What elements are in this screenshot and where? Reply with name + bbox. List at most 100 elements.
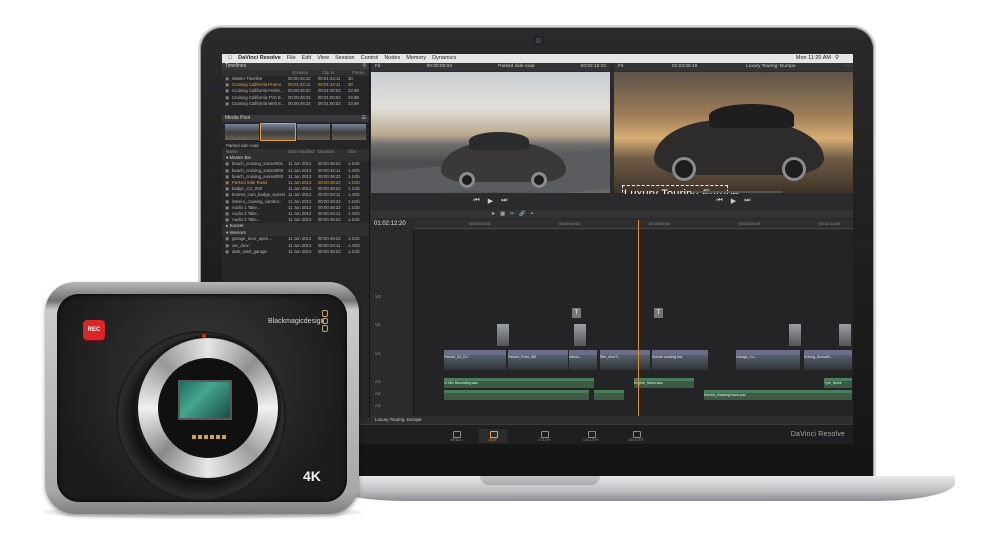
list-item[interactable]: ▣ Audio 3 Take... 11 Jun 2012 00:00:46:22 1.…: [222, 217, 369, 223]
skip-forward-icon[interactable]: ⏭: [744, 197, 750, 205]
source-fit[interactable]: Fit: [375, 63, 380, 71]
menu-control[interactable]: Control: [361, 54, 379, 63]
menu-memory[interactable]: Memory: [406, 54, 426, 63]
link-icon[interactable]: 🔗: [519, 210, 525, 218]
source-viewer[interactable]: [371, 72, 610, 193]
menu-file[interactable]: File: [287, 54, 296, 63]
video-clip[interactable]: Sunset cruising low: [652, 350, 708, 370]
play-icon[interactable]: ▶: [731, 197, 736, 205]
media-pool-list-interiors: ▣ garage_door_open... 11 Jun 2012 00:00:46:…: [222, 236, 369, 255]
thumbnail[interactable]: [296, 123, 331, 140]
timeline-ruler[interactable]: 00:00:30:00 00:00:40:00 00:00:50:00 00:0…: [414, 220, 853, 229]
video-clip[interactable]: Parked_Front_3M: [508, 350, 568, 370]
cell: 00:00:46:22: [288, 100, 311, 106]
menu-edit[interactable]: Edit: [302, 54, 311, 63]
cell: 1.1Gb: [348, 248, 360, 254]
pointer-tool-icon[interactable]: ➤: [491, 210, 495, 218]
thumbnail[interactable]: [332, 123, 366, 140]
blackmagic-mark-icon: [322, 310, 328, 333]
source-viewer-bar: Fit 00:00:00:03 Parked side road 00:02:1…: [371, 63, 610, 71]
snap-icon[interactable]: ◓: [530, 210, 533, 218]
thumbnail-selected[interactable]: [259, 122, 296, 141]
blade-tool-icon[interactable]: ✂: [510, 210, 514, 218]
v2-clip[interactable]: [497, 324, 509, 346]
track-v3[interactable]: V3: [375, 294, 381, 299]
video-clip[interactable]: Garage_Co...: [736, 350, 800, 370]
video-clip[interactable]: Rim_shot 0...: [600, 350, 650, 370]
apple-icon[interactable]: : [228, 54, 232, 63]
list-item[interactable]: ▣ Cruising California Web E... 00:00:46:22…: [222, 101, 369, 107]
audio-clip[interactable]: Electric_BackingTrack.wav: [704, 390, 852, 400]
webcam: [535, 37, 542, 44]
trim-tool-icon[interactable]: ▦: [500, 210, 505, 218]
thumbnail[interactable]: [225, 123, 259, 140]
track-a2[interactable]: A2: [375, 391, 381, 396]
timeline-tracks[interactable]: T T Parked_34_CU Parked_Front_3M Interio…: [414, 230, 853, 416]
source-timecode: 00:00:00:03: [426, 64, 452, 69]
track-v2[interactable]: V2: [375, 322, 381, 327]
record-scrubber[interactable]: [692, 191, 782, 193]
cell: 1.1Gb: [348, 217, 360, 223]
title-clip[interactable]: T: [654, 308, 663, 318]
timelines-list: ▣ Master Timeline 00:00:46:22 00:01:34:11 30…: [222, 76, 369, 107]
play-icon[interactable]: ▶: [488, 197, 493, 205]
cell: 00:00:46:22: [318, 248, 341, 254]
video-clip[interactable]: Parked_34_CU: [444, 350, 506, 370]
source-transport: ⏮ ▶ ⏭: [371, 194, 610, 208]
track-a1[interactable]: A1: [375, 379, 381, 384]
page-color[interactable]: COLOR: [530, 429, 558, 443]
car-image: [654, 104, 824, 181]
timeline-footer: Luxury Touring: Europe: [371, 416, 853, 424]
camera-logo: Blackmagicdesign: [268, 318, 325, 325]
menu-dynamics[interactable]: Dynamics: [432, 54, 456, 63]
cell: 00:00:46:22: [318, 217, 341, 223]
page-media[interactable]: MEDIA: [442, 429, 470, 443]
skip-back-icon[interactable]: ⏮: [716, 197, 722, 205]
v2-clip[interactable]: [574, 324, 586, 346]
media-pool-list: ▣ beach_cruising_sunset001 11 Jun 2012 00:0…: [222, 161, 369, 223]
page-gallery[interactable]: GALLERY: [577, 429, 605, 443]
page-edit[interactable]: EDIT: [479, 429, 507, 443]
cell: 11 Jun 2012: [288, 217, 312, 223]
skip-back-icon[interactable]: ⏮: [473, 197, 479, 205]
skip-forward-icon[interactable]: ⏭: [501, 197, 507, 205]
v2-clip[interactable]: [839, 324, 851, 346]
v2-clip[interactable]: [789, 324, 801, 346]
audio-clip[interactable]: Engine_Noise.wav: [634, 378, 694, 388]
clip-icon: ▣: [224, 248, 230, 254]
menu-nodes[interactable]: Nodes: [384, 54, 400, 63]
source-scrubber[interactable]: [442, 191, 532, 193]
record-timecode: 01:03:08:19: [672, 64, 698, 69]
track-v1[interactable]: V1: [375, 351, 381, 356]
timeline-toolbar: ➤ ▦ ✂ 🔗 ◓: [371, 210, 853, 218]
page-deliver[interactable]: DELIVER: [622, 429, 650, 443]
menu-app[interactable]: DaVinci Resolve: [238, 54, 281, 63]
audio-clip[interactable]: VI Mix Recording.wav: [444, 378, 594, 388]
menubar-clock[interactable]: Mon 11:20 AM: [796, 54, 831, 63]
menu-session[interactable]: Session: [335, 54, 355, 63]
cell: Cruising California Web E...: [232, 100, 285, 106]
record-viewer[interactable]: [614, 72, 853, 193]
video-clip[interactable]: Driving_Sunset0...: [804, 350, 852, 370]
playhead[interactable]: [638, 220, 639, 420]
record-fit[interactable]: Fit: [618, 63, 623, 71]
record-timeline-name[interactable]: Luxury Touring: Europe: [746, 63, 796, 71]
audio-clip[interactable]: [594, 390, 624, 400]
search-icon[interactable]: ⚲: [362, 63, 366, 70]
list-view-icon[interactable]: ☰: [362, 115, 366, 122]
viewer-options-icon[interactable]: ⋯: [844, 63, 849, 71]
rec-button[interactable]: REC: [83, 320, 105, 340]
audio-clip[interactable]: Tyre_Noise: [824, 378, 852, 388]
media-pool-header: Media Pool ☰: [222, 114, 369, 122]
video-clip[interactable]: Interio...: [569, 350, 597, 370]
spotlight-icon[interactable]: ⚲: [835, 54, 839, 63]
cell: dark_start_garage: [232, 248, 267, 254]
list-item[interactable]: ▣ dark_start_garage 11 Jun 2012 00:00:46:22…: [222, 249, 369, 255]
menu-view[interactable]: View: [317, 54, 329, 63]
audio-clip[interactable]: [444, 390, 589, 400]
clip-icon: ▣: [224, 100, 230, 106]
title-clip[interactable]: T: [572, 308, 581, 318]
timelines-header: Timelines ⚲: [222, 63, 369, 70]
track-a3[interactable]: A3: [375, 403, 381, 408]
timeline-timecode: 01:02:12:20: [374, 221, 406, 227]
